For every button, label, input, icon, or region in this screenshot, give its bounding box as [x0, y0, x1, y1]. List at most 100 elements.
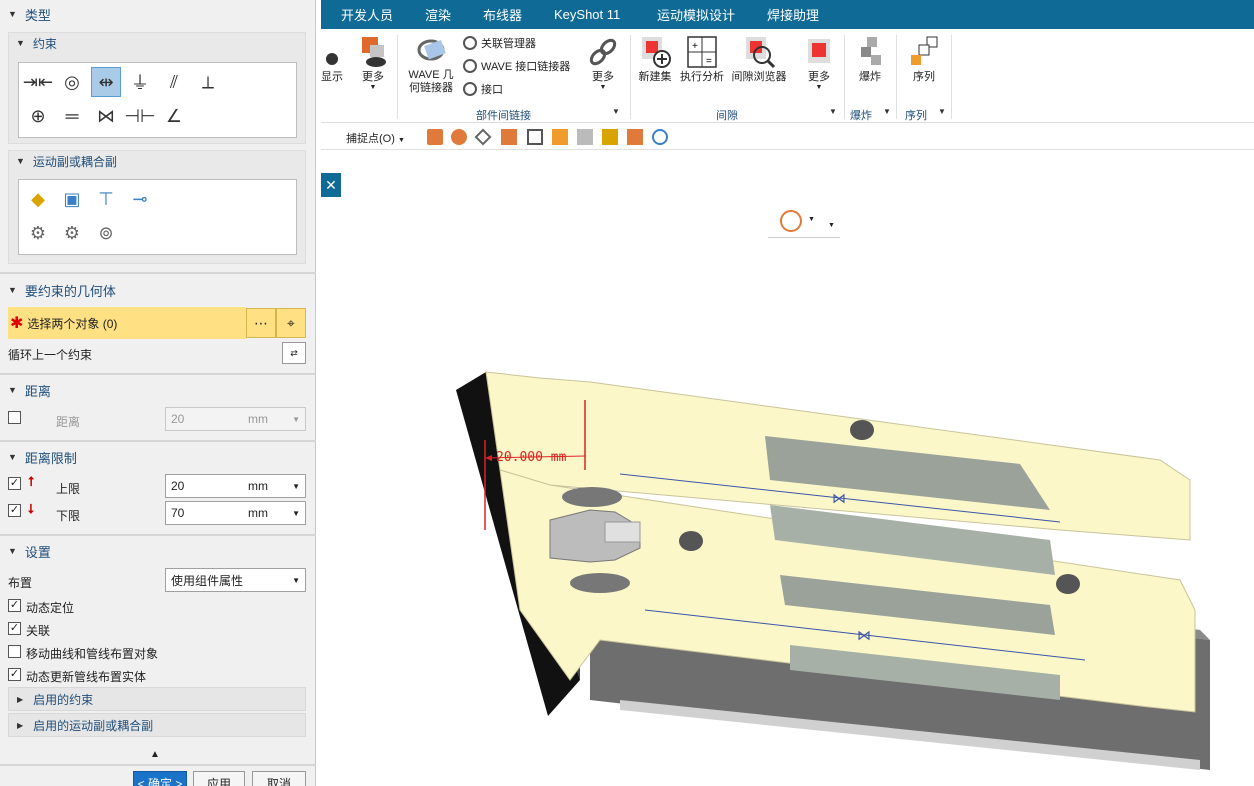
run-analysis-button[interactable]: + = 执行分析: [679, 35, 725, 84]
control-point-snap-icon[interactable]: [474, 128, 492, 146]
dimension-label[interactable]: 20.000 mm: [496, 450, 566, 465]
lower-limit-checkbox[interactable]: ✓: [8, 504, 21, 517]
constraint-group-header[interactable]: ▼ 约束: [8, 32, 306, 54]
point-on-face-snap-icon[interactable]: [627, 129, 643, 145]
apply-button[interactable]: 应用: [193, 771, 245, 786]
wave-interface-linker-button[interactable]: WAVE 接口链接器: [463, 58, 570, 74]
motion-group-header[interactable]: ▼ 运动副或耦合副: [8, 150, 306, 172]
graphics-viewport[interactable]: ⋈ ⋈ 20.000 mm: [321, 150, 1254, 786]
fix-icon[interactable]: ⏚: [125, 67, 155, 97]
association-manager-button[interactable]: 关联管理器: [463, 35, 536, 51]
tab-developer[interactable]: 开发人员: [341, 0, 393, 29]
dynamic-position-checkbox[interactable]: ✓: [8, 599, 21, 612]
clearance-browser-icon: [742, 35, 776, 69]
lower-limit-field[interactable]: 70 mm ▼: [165, 501, 306, 525]
limit-section-header[interactable]: ▼ 距离限制: [0, 445, 316, 469]
tab-router[interactable]: 布线器: [483, 0, 522, 29]
tab-render[interactable]: 渲染: [425, 0, 451, 29]
wave-geometry-linker-button[interactable]: WAVE 几 何链接器: [405, 33, 457, 95]
move-curves-label: 移动曲线和管线布置对象: [26, 647, 159, 661]
associative-checkbox[interactable]: ✓: [8, 622, 21, 635]
explode-group-label: 爆炸: [850, 110, 872, 122]
existing-point-snap-icon[interactable]: [577, 129, 593, 145]
enabled-constraints-header[interactable]: ▶ 启用的约束: [8, 687, 306, 711]
quadrant-snap-icon[interactable]: [552, 129, 568, 145]
slider-icon[interactable]: ▣: [57, 184, 87, 214]
clearance-browser-button[interactable]: 间隙浏览器: [729, 35, 789, 84]
upper-limit-checkbox[interactable]: ✓: [8, 477, 21, 490]
more-button-1[interactable]: 更多 ▼: [355, 35, 391, 91]
enabled-constraints-label: 启用的约束: [33, 692, 94, 707]
divider: [896, 35, 897, 119]
gear-coupler-icon[interactable]: ⚙: [23, 218, 53, 248]
equal-icon[interactable]: ═: [57, 101, 87, 131]
angle-icon[interactable]: ∠: [159, 101, 189, 131]
svg-text:=: =: [706, 56, 712, 67]
cycle-constraint-button[interactable]: ⇄: [282, 342, 306, 364]
point-on-curve-snap-icon[interactable]: [602, 129, 618, 145]
geometry-section-header[interactable]: ▼ 要约束的几何体: [0, 278, 316, 302]
distance-icon[interactable]: ⇹: [91, 67, 121, 97]
explode-button[interactable]: 爆炸: [851, 35, 889, 84]
move-curves-checkbox[interactable]: [8, 645, 21, 658]
cancel-button[interactable]: 取消: [252, 771, 306, 786]
type-section-header[interactable]: ▼ 类型: [0, 2, 316, 26]
align-lock-icon[interactable]: ⊕: [23, 101, 53, 131]
point-dialog-button[interactable]: ⋯: [246, 308, 276, 338]
concentric-icon[interactable]: ◎: [57, 67, 87, 97]
explode-label: 爆炸: [859, 71, 881, 83]
snap-point-menu[interactable]: 捕捉点(O) ▼: [346, 130, 405, 146]
center-icon[interactable]: ⊣⊢: [124, 101, 155, 131]
group-expand-icon[interactable]: ▼: [938, 107, 946, 116]
cylindrical-icon[interactable]: ⊤: [91, 184, 121, 214]
parallel-icon[interactable]: ⫽: [159, 67, 189, 97]
group-expand-icon[interactable]: ▼: [829, 107, 837, 116]
upper-limit-field[interactable]: 20 mm ▼: [165, 474, 306, 498]
dropdown-arrow-icon: ▼: [292, 508, 300, 518]
touch-align-icon[interactable]: ⇥⇤: [23, 67, 53, 97]
layout-select[interactable]: 使用组件属性 ▼: [165, 568, 306, 592]
wave-link-icon: [414, 33, 448, 67]
distance-checkbox[interactable]: [8, 411, 21, 424]
more-button-3[interactable]: 更多 ▼: [801, 35, 837, 91]
rack-pinion-icon[interactable]: ⚙: [57, 218, 87, 248]
tab-motion[interactable]: 运动模拟设计: [657, 0, 735, 29]
fit-icon[interactable]: ⋈: [91, 101, 121, 131]
arc-center-snap-icon[interactable]: [527, 129, 543, 145]
settings-section-header[interactable]: ▼ 设置: [0, 539, 316, 563]
more-button-2[interactable]: 更多 ▼: [585, 35, 621, 91]
endpoint-snap-icon[interactable]: [427, 129, 443, 145]
new-set-button[interactable]: 新建集: [635, 35, 675, 84]
hinge-icon[interactable]: ◆: [23, 184, 53, 214]
group-expand-icon[interactable]: ▼: [612, 107, 620, 116]
intersection-snap-icon[interactable]: [501, 129, 517, 145]
tab-weld[interactable]: 焊接助理: [767, 0, 819, 29]
sequence-button[interactable]: 序列: [905, 35, 943, 84]
distance-field[interactable]: 20 mm ▼: [165, 407, 306, 431]
collapse-up-icon[interactable]: ▲: [150, 749, 160, 760]
svg-text:+: +: [692, 41, 698, 52]
midpoint-snap-icon[interactable]: [451, 129, 467, 145]
enabled-motion-header[interactable]: ▶ 启用的运动副或耦合副: [8, 713, 306, 737]
distance-section-header[interactable]: ▼ 距离: [0, 378, 316, 402]
perpendicular-icon[interactable]: ⟂: [193, 67, 223, 97]
crosshair-button[interactable]: ⌖: [276, 308, 306, 338]
ok-button[interactable]: < 确定 >: [133, 771, 187, 786]
cable-icon[interactable]: ⊚: [91, 218, 121, 248]
snap-selector[interactable]: ▼ ▼: [768, 206, 840, 238]
enabled-motion-label: 启用的运动副或耦合副: [33, 718, 154, 733]
assembly-model[interactable]: ⋈ ⋈: [321, 150, 1254, 786]
bounded-grid-snap-icon[interactable]: [652, 129, 668, 145]
tab-keyshot[interactable]: KeyShot 11: [554, 0, 620, 29]
display-label: 显示: [321, 71, 343, 83]
update-routing-checkbox[interactable]: ✓: [8, 668, 21, 681]
ribbon-tab-bar: 开发人员 渲染 布线器 KeyShot 11 运动模拟设计 焊接助理: [321, 0, 1254, 29]
display-button[interactable]: 显示: [321, 35, 343, 84]
close-tab-icon[interactable]: ✕: [321, 173, 341, 197]
interface-button[interactable]: 接口: [463, 81, 503, 97]
select-objects-row[interactable]: ✱ 选择两个对象 (0): [8, 307, 246, 339]
group-expand-icon[interactable]: ▼: [883, 107, 891, 116]
screw-icon[interactable]: ⊸: [125, 184, 155, 214]
eye-icon: [322, 35, 342, 69]
divider: [0, 440, 316, 442]
